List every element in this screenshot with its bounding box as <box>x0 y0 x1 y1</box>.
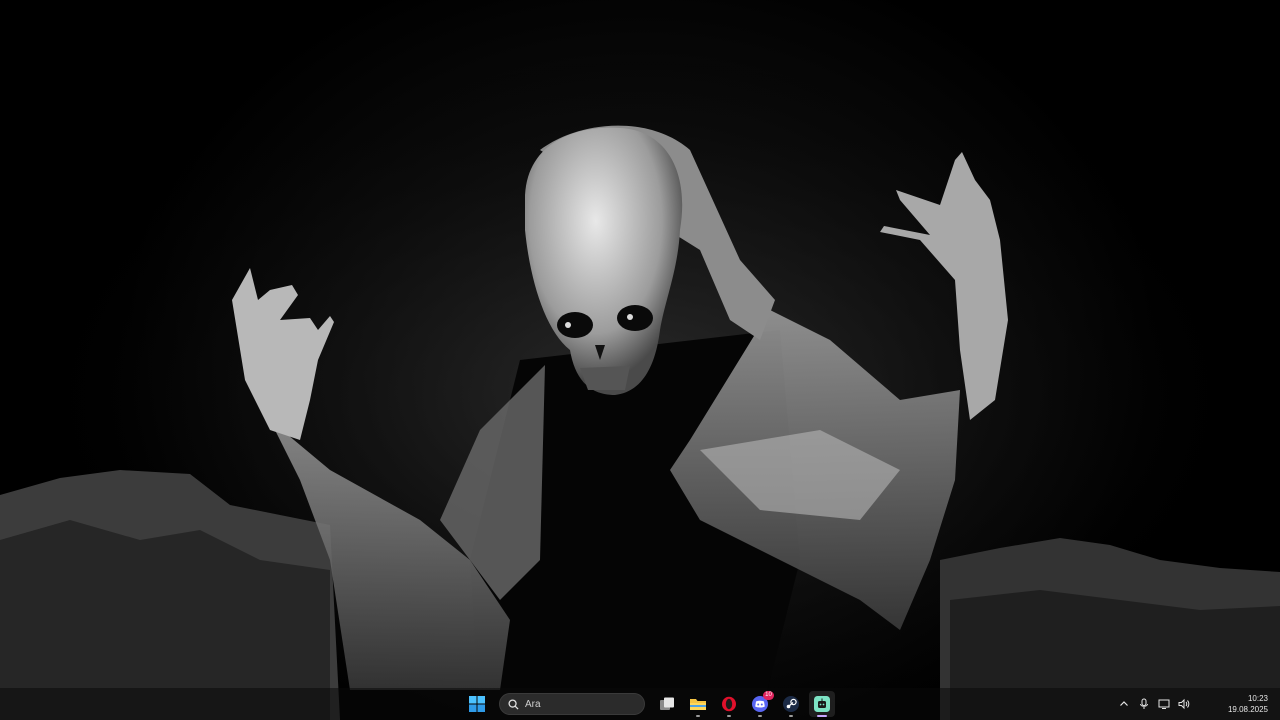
running-indicator <box>817 715 827 717</box>
app-icon <box>814 696 830 712</box>
running-indicator <box>789 715 793 717</box>
running-indicator <box>727 715 731 717</box>
steam-icon <box>783 696 799 712</box>
opera-button[interactable] <box>716 691 742 717</box>
volume-button[interactable] <box>1175 695 1193 713</box>
app-button-active[interactable] <box>809 691 835 717</box>
opera-icon <box>722 696 736 712</box>
system-tray: 10:23 19.08.2025 <box>1114 688 1280 720</box>
task-view-button[interactable] <box>654 691 680 717</box>
notification-badge: 10 <box>763 691 774 700</box>
windows-start-icon <box>469 696 485 712</box>
search-placeholder: Ara <box>525 698 541 710</box>
search-input[interactable]: Ara <box>499 693 645 715</box>
running-indicator <box>758 715 762 717</box>
display-button[interactable] <box>1155 695 1173 713</box>
task-view-icon <box>660 697 674 710</box>
desktop: Ara 10 10:23 19.08.2025 <box>0 0 1280 720</box>
file-explorer-button[interactable] <box>685 691 711 717</box>
display-icon <box>1158 699 1170 709</box>
clock-date: 19.08.2025 <box>1227 705 1268 714</box>
microphone-icon <box>1140 698 1148 709</box>
microphone-button[interactable] <box>1135 695 1153 713</box>
folder-icon <box>690 699 706 710</box>
search-icon <box>508 698 519 710</box>
speaker-icon <box>1178 698 1190 710</box>
start-button[interactable] <box>464 691 490 717</box>
taskbar-center: Ara 10 <box>464 690 835 718</box>
running-indicator <box>696 715 700 717</box>
wallpaper-image <box>0 0 1280 720</box>
clock-time: 10:23 <box>1247 694 1268 703</box>
discord-button[interactable]: 10 <box>747 691 774 717</box>
steam-button[interactable] <box>778 691 804 717</box>
chevron-up-icon <box>1120 701 1128 706</box>
taskbar: Ara 10 10:23 19.08.2025 <box>0 688 1280 720</box>
show-hidden-icons-button[interactable] <box>1115 695 1133 713</box>
clock[interactable]: 10:23 19.08.2025 <box>1200 690 1280 718</box>
